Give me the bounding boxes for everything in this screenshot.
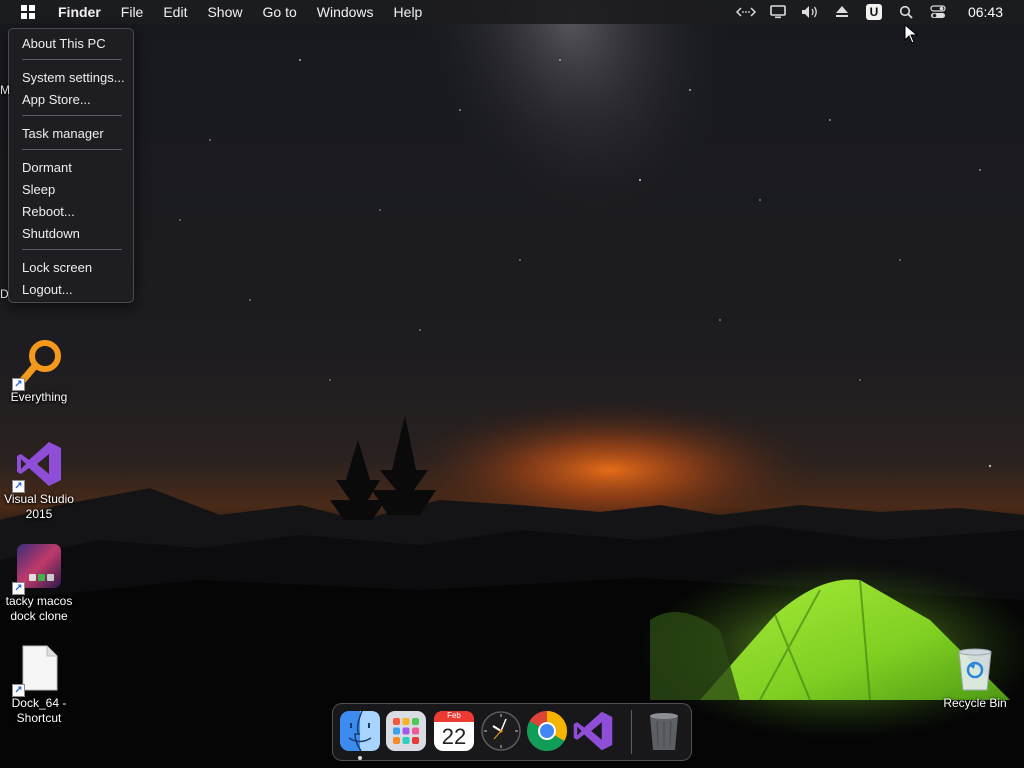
shortcut-arrow-icon: ↗	[12, 378, 25, 391]
dock-clone-icon: ↗	[12, 542, 63, 595]
everything-search-icon: ↗	[12, 338, 63, 391]
clock-icon[interactable]	[480, 710, 522, 752]
desktop-icon-label: Dock_64 - Shortcut	[11, 696, 67, 725]
shortcut-arrow-icon: ↗	[12, 480, 25, 493]
search-icon[interactable]	[895, 0, 917, 24]
menu-help[interactable]: Help	[384, 0, 433, 24]
control-center-icon[interactable]	[927, 0, 949, 24]
eject-icon[interactable]	[831, 0, 853, 24]
menu-item-logout[interactable]: Logout...	[22, 282, 73, 297]
desktop-icon-label: Everything	[10, 390, 68, 404]
menu-bar: Finder File Edit Show Go to Windows Help…	[0, 0, 1024, 24]
status-area: U 06:43	[730, 0, 1024, 24]
menu-item-system-settings[interactable]: System settings...	[22, 70, 125, 85]
recycle-bin-icon	[951, 644, 999, 692]
trash-icon[interactable]	[643, 710, 685, 752]
menu-file[interactable]: File	[111, 0, 154, 24]
menu-item-shutdown[interactable]: Shutdown	[22, 226, 80, 241]
desktop-icon-label: Visual Studio 2015	[4, 492, 74, 521]
mouse-cursor-icon	[904, 24, 918, 44]
file-icon: ↗	[12, 644, 63, 697]
dock-separator	[631, 710, 632, 754]
remote-desktop-icon[interactable]	[735, 0, 757, 24]
menu-item-task-manager[interactable]: Task manager	[22, 126, 104, 141]
menu-item-lock-screen[interactable]: Lock screen	[22, 260, 92, 275]
menu-item-sleep[interactable]: Sleep	[22, 182, 55, 197]
calendar-month: Feb	[447, 711, 461, 720]
menu-item-dormant[interactable]: Dormant	[22, 160, 72, 175]
finder-icon[interactable]	[339, 710, 381, 752]
menu-separator	[22, 115, 122, 116]
partial-desktop-label: M	[0, 83, 10, 97]
shortcut-arrow-icon: ↗	[12, 684, 25, 697]
menu-go-to[interactable]: Go to	[253, 0, 307, 24]
menu-bar-clock[interactable]: 06:43	[968, 4, 1003, 20]
launchpad-icon[interactable]	[385, 710, 427, 752]
desktop-icon-everything[interactable]: ↗ Everything	[0, 338, 80, 405]
desktop-icon-dock64-shortcut[interactable]: ↗ Dock_64 - Shortcut	[0, 644, 80, 726]
shortcut-arrow-icon: ↗	[12, 582, 25, 595]
dock: Feb 22	[332, 703, 692, 761]
menu-separator	[22, 249, 122, 250]
desktop-icon-dock-clone[interactable]: ↗ tacky macos dock clone	[0, 542, 80, 624]
running-indicator	[358, 756, 362, 760]
u-app-letter: U	[865, 4, 882, 20]
desktop-icon-recycle-bin[interactable]: Recycle Bin	[934, 644, 1016, 711]
calendar-icon[interactable]: Feb 22	[433, 710, 475, 752]
menu-separator	[22, 149, 122, 150]
menu-edit[interactable]: Edit	[153, 0, 197, 24]
desktop-icon-label: Recycle Bin	[943, 696, 1007, 710]
menu-item-reboot[interactable]: Reboot...	[22, 204, 75, 219]
desktop-wallpaper	[0, 0, 1024, 768]
desktop-icon-label: tacky macos dock clone	[5, 594, 73, 623]
volume-icon[interactable]	[799, 0, 821, 24]
monitor-icon[interactable]	[767, 0, 789, 24]
menu-separator	[22, 59, 122, 60]
menu-item-about-this-pc[interactable]: About This PC	[22, 36, 106, 51]
menu-item-app-store[interactable]: App Store...	[22, 92, 91, 107]
chrome-icon[interactable]	[526, 710, 568, 752]
system-menu-dropdown: About This PC System settings... App Sto…	[8, 28, 134, 303]
visual-studio-icon: ↗	[12, 440, 63, 493]
calendar-day: 22	[441, 724, 467, 749]
desktop-icon-visual-studio[interactable]: ↗ Visual Studio 2015	[0, 440, 80, 522]
windows-logo-icon[interactable]	[18, 0, 38, 24]
u-app-icon[interactable]: U	[863, 0, 885, 24]
visual-studio-icon[interactable]	[572, 710, 614, 752]
menu-show[interactable]: Show	[197, 0, 252, 24]
menu-windows[interactable]: Windows	[307, 0, 384, 24]
menu-app-finder[interactable]: Finder	[48, 0, 111, 24]
partial-desktop-label: D	[0, 287, 9, 301]
